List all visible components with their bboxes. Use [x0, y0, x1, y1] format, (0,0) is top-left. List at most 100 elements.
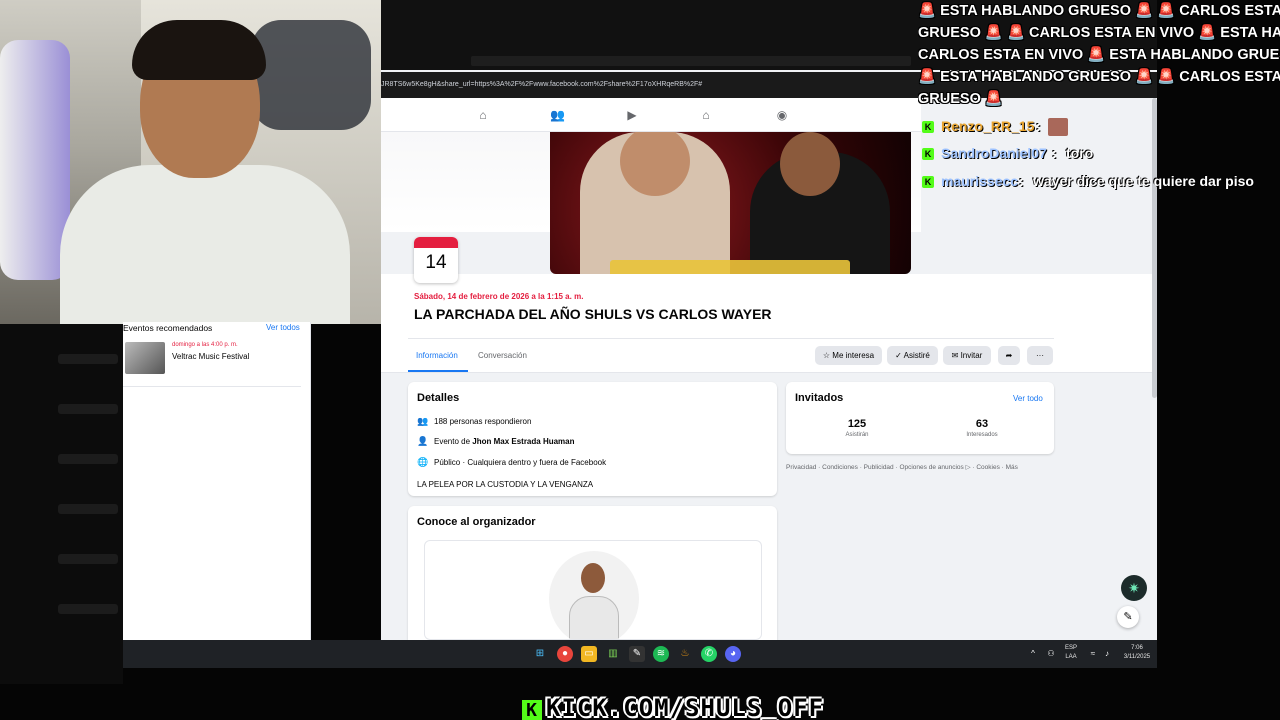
active-tab-indicator — [408, 370, 468, 372]
webcam-gaming-chair — [0, 40, 70, 280]
chat-username: SandroDaniel07 — [941, 145, 1047, 161]
kick-badge-icon: K — [922, 148, 934, 160]
going-button[interactable]: ✓ Asistiré — [887, 346, 938, 365]
chat-message: K maurissecc : wayer dice que te quiere … — [918, 171, 1280, 193]
clock-time[interactable]: 7:06 — [1117, 645, 1157, 651]
event-tabs: Información Conversación ☆ Me interesa ✓… — [381, 339, 1157, 373]
ticker-line: CARLOS ESTA EN VIVO 🚨 ESTA HABLANDO GRUE… — [918, 47, 1280, 63]
webcam-person-shirt — [60, 165, 350, 324]
fighter-right-head — [780, 132, 840, 196]
ghost-row — [58, 354, 118, 364]
calendar-top — [414, 237, 458, 248]
recommended-event-thumbnail[interactable] — [125, 342, 165, 374]
webcam-motorcycle — [251, 20, 371, 130]
globe-icon: 🌐 — [417, 457, 429, 467]
kick-badge-icon: K — [922, 176, 934, 188]
chat-message: K SandroDaniel07 : toro — [918, 143, 1280, 165]
chat-username: maurissecc — [941, 173, 1019, 189]
ghost-row — [58, 554, 118, 564]
language-indicator-sub: LAA — [1065, 654, 1077, 660]
calendar-day: 14 — [425, 252, 447, 273]
app-icon[interactable]: ♨ — [677, 646, 693, 662]
host-name-link[interactable]: Jhon Max Estrada Huaman — [472, 437, 574, 446]
interested-button[interactable]: ☆ Me interesa — [815, 346, 882, 365]
invite-label: Invitar — [960, 351, 983, 360]
interested-label: Interesados — [966, 432, 998, 438]
ghost-row — [58, 604, 118, 614]
organizer-avatar[interactable] — [549, 551, 639, 639]
chat-text: wayer dice que te quiere dar piso — [1033, 173, 1254, 189]
guests-title: Invitados — [795, 392, 844, 404]
whatsapp-icon[interactable]: ✆ — [701, 646, 717, 662]
chat-separator: : — [1036, 118, 1041, 134]
host-prefix: Evento de — [434, 437, 473, 446]
recommended-see-all-link[interactable]: Ver todos — [266, 323, 300, 332]
organizer-title: Conoce al organizador — [417, 516, 536, 528]
ticker-line: GRUESO 🚨 🚨 CARLOS ESTA EN VIVO 🚨 ESTA HA… — [918, 25, 1280, 41]
avatar-body — [569, 596, 619, 639]
chrome-icon[interactable]: ● — [557, 646, 573, 662]
language-indicator[interactable]: ESP — [1061, 645, 1081, 651]
guests-see-all-link[interactable]: Ver todo — [1013, 394, 1043, 403]
assistant-icon[interactable]: ✷ — [1121, 575, 1147, 601]
facebook-nav: ⌂ 👥 ▶ ⌂ ◉ — [381, 98, 921, 132]
footer-links[interactable]: Privacidad · Condiciones · Publicidad · … — [786, 463, 1018, 471]
ticker-line: 🚨 ESTA HABLANDO GRUESO 🚨 🚨 CARLOS ESTA E… — [918, 69, 1280, 85]
compose-icon[interactable]: ✎ — [1117, 606, 1139, 628]
webcam-feed — [0, 0, 381, 324]
background-sidebar — [0, 324, 123, 684]
bookmarks-bar[interactable] — [471, 56, 911, 66]
ghost-row — [58, 504, 118, 514]
ghost-row — [58, 404, 118, 414]
stream-frame: JR8TS6w5Ke8gH&share_url=https%3A%2F%2Fww… — [0, 0, 1280, 720]
calendar-date-badge: 14 — [414, 237, 458, 283]
organizer-profile[interactable] — [424, 540, 762, 640]
discord-icon[interactable]: ◕ — [725, 646, 741, 662]
going-count[interactable]: 125 — [817, 418, 897, 430]
host-row: 👤 Evento de Jhon Max Estrada Huaman — [417, 436, 574, 447]
chat-separator: : — [1019, 173, 1024, 189]
groups-icon[interactable]: ◉ — [775, 108, 789, 122]
marketplace-icon[interactable]: ⌂ — [699, 108, 713, 122]
chevron-up-icon[interactable]: ^ — [1025, 646, 1041, 662]
file-explorer-icon[interactable]: ▭ — [581, 646, 597, 662]
more-options-button[interactable]: ··· — [1027, 346, 1053, 365]
tab-conversation[interactable]: Conversación — [478, 351, 527, 360]
invite-button[interactable]: ✉ Invitar — [943, 346, 991, 365]
home-icon[interactable]: ⌂ — [476, 108, 490, 122]
tab-info[interactable]: Información — [416, 351, 458, 360]
windows-start-icon[interactable]: ⊞ — [532, 646, 548, 662]
windows-taskbar: ⊞ ● ▭ ▥ ✎ ≋ ♨ ✆ ◕ ^ ⚇ ESP LAA ≈ ♪ 7:06 3… — [123, 640, 1157, 668]
ghost-row — [58, 454, 118, 464]
share-button[interactable]: ➦ — [998, 346, 1020, 365]
event-date: Sábado, 14 de febrero de 2026 a la 1:15 … — [414, 292, 584, 301]
visibility-row: 🌐 Público · Cualquiera dentro y fuera de … — [417, 457, 606, 468]
pen-app-icon[interactable]: ✎ — [629, 646, 645, 662]
recommended-events-panel: Eventos recomendados Ver todos domingo a… — [123, 322, 311, 640]
envelope-icon: ✉ — [951, 351, 959, 360]
friends-icon[interactable]: 👥 — [550, 108, 565, 122]
webcam-person-hair — [132, 20, 266, 80]
channel-watermark: K KICK.COM/SHULS_OFF — [522, 694, 824, 720]
clock-date: 3/11/2025 — [1123, 654, 1151, 660]
event-cover-image[interactable] — [550, 132, 911, 274]
divider — [123, 386, 301, 387]
volume-icon[interactable]: ♪ — [1099, 646, 1115, 662]
chat-username: Renzo_RR_15 — [941, 118, 1035, 134]
recommended-event-name[interactable]: Veltrac Music Festival — [172, 352, 249, 361]
video-icon[interactable]: ▶ — [625, 108, 639, 122]
chat-separator: : — [1052, 145, 1057, 161]
going-label: Asistirán — [845, 432, 869, 438]
user-icon: 👤 — [417, 436, 429, 446]
interested-count[interactable]: 63 — [942, 418, 1022, 430]
visibility-text: Público · Cualquiera dentro y fuera de F… — [434, 458, 607, 467]
people-icon: 👥 — [417, 416, 429, 426]
ticker-line: GRUESO 🚨 — [918, 91, 1003, 107]
chat-message: K Renzo_RR_15 : — [918, 116, 1280, 138]
star-icon: ☆ — [822, 351, 831, 360]
cloud-icon[interactable]: ⚇ — [1043, 646, 1059, 662]
ticker-line: 🚨 ESTA HABLANDO GRUESO 🚨 🚨 CARLOS ESTA E… — [918, 3, 1280, 19]
spotify-icon[interactable]: ≋ — [653, 646, 669, 662]
cover-title-art — [610, 260, 850, 274]
app-icon[interactable]: ▥ — [605, 646, 621, 662]
